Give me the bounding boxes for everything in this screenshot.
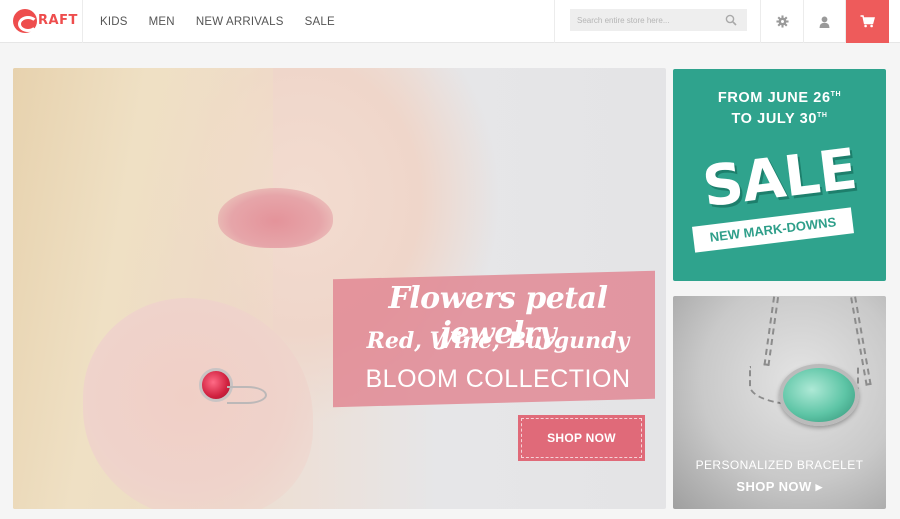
logo-text: RAFT bbox=[38, 13, 78, 28]
settings-button[interactable] bbox=[761, 0, 804, 43]
nav-item-men[interactable]: MEN bbox=[149, 16, 175, 28]
main-nav: KIDS MEN NEW ARRIVALS SALE bbox=[100, 0, 356, 43]
hero-photo-lips bbox=[218, 188, 333, 248]
hero-banner[interactable]: Flowers petal jewelry Red, Wine, Burgund… bbox=[13, 68, 666, 509]
cart-icon bbox=[860, 15, 875, 28]
nav-item-new-arrivals[interactable]: NEW ARRIVALS bbox=[196, 16, 284, 28]
sale-dates-line2-suffix: TH bbox=[817, 112, 828, 119]
sale-headline: SALE bbox=[699, 136, 860, 221]
search-icon[interactable] bbox=[725, 14, 737, 26]
gear-icon bbox=[775, 15, 789, 28]
user-icon bbox=[819, 16, 830, 28]
nav-item-kids[interactable]: KIDS bbox=[100, 16, 128, 28]
bracelet-shop-now-link[interactable]: SHOP NOW ▸ bbox=[673, 479, 886, 495]
hero-photo-ring-band bbox=[227, 386, 267, 404]
hero-shop-now-button[interactable]: SHOP NOW bbox=[518, 415, 645, 461]
brand-logo[interactable]: RAFT bbox=[0, 0, 83, 43]
cart-button[interactable] bbox=[846, 0, 889, 43]
account-button[interactable] bbox=[804, 0, 846, 43]
sale-promo-banner[interactable]: FROM JUNE 26TH TO JULY 30TH SALE NEW MAR… bbox=[673, 69, 886, 281]
logo-mark bbox=[13, 9, 38, 33]
sale-dates-line1: FROM JUNE 26 bbox=[717, 90, 831, 106]
hero-collection-name: BLOOM COLLECTION bbox=[365, 365, 631, 393]
sale-dates: FROM JUNE 26TH TO JULY 30TH bbox=[673, 86, 886, 128]
bracelet-chain-left bbox=[763, 296, 781, 367]
nav-item-sale[interactable]: SALE bbox=[305, 16, 335, 28]
search-input[interactable] bbox=[570, 9, 747, 31]
bracelet-pendant-image bbox=[779, 364, 859, 426]
hero-photo-hand bbox=[83, 298, 313, 509]
bracelet-promo-banner[interactable]: PERSONALIZED BRACELET SHOP NOW ▸ bbox=[673, 296, 886, 509]
site-header: RAFT KIDS MEN NEW ARRIVALS SALE bbox=[0, 0, 900, 43]
search-area bbox=[554, 0, 761, 43]
sale-dates-line1-suffix: TH bbox=[830, 91, 842, 98]
bracelet-title: PERSONALIZED BRACELET bbox=[695, 458, 864, 472]
sale-dates-line2: TO JULY 30 bbox=[731, 111, 817, 127]
hero-subheadline: Red, Wine, Burgundy bbox=[366, 328, 630, 354]
